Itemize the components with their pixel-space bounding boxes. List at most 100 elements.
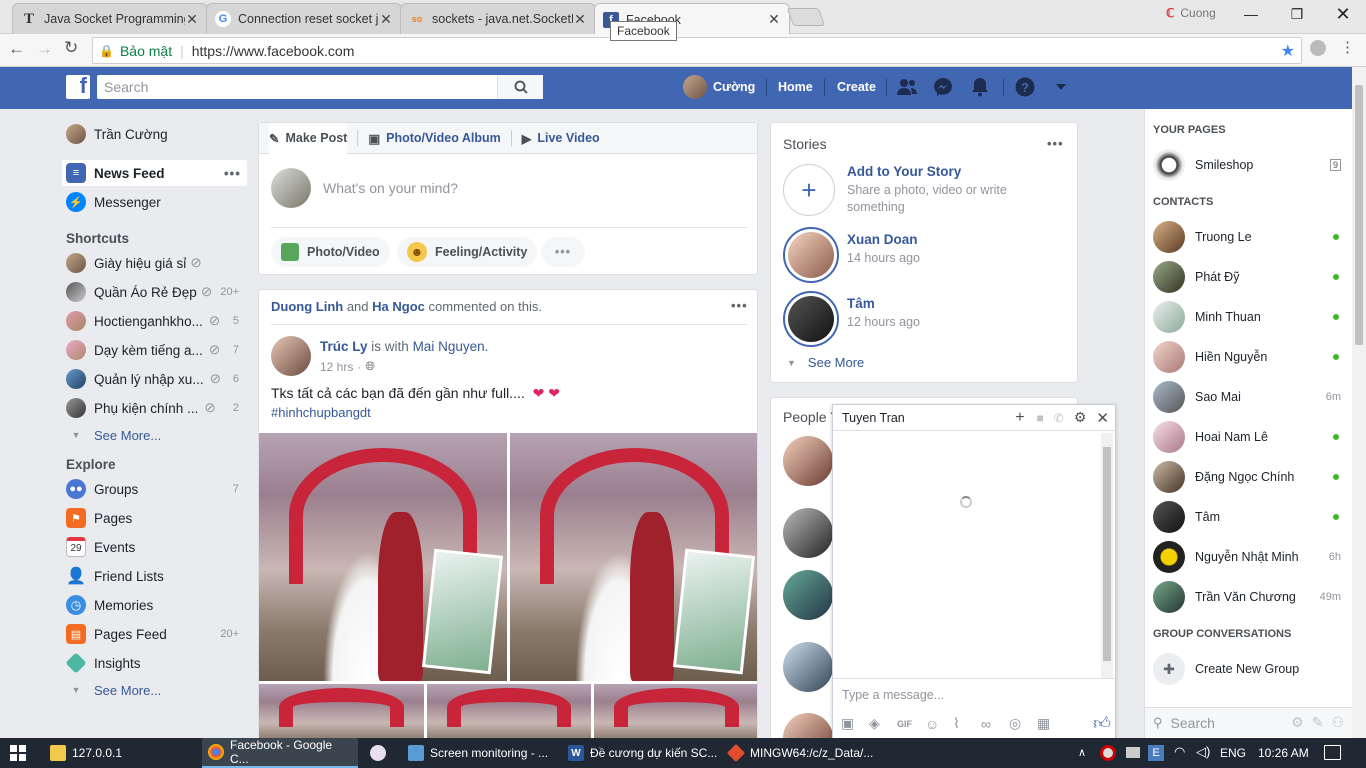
explore-item-groups[interactable]: ●● Groups 7 <box>62 476 247 502</box>
gear-icon[interactable]: ⚙ <box>1074 409 1087 426</box>
explore-item-pages-feed[interactable]: ▤ Pages Feed 20+ <box>62 621 247 647</box>
page-item[interactable]: Smileshop 9 <box>1153 147 1341 183</box>
maximize-icon[interactable]: ❐ <box>1274 0 1320 28</box>
avatar[interactable] <box>783 508 833 558</box>
gif-icon[interactable]: GIF <box>897 719 925 729</box>
contact-item[interactable]: Hoai Nam Lê <box>1153 419 1341 455</box>
back-icon[interactable]: ← <box>8 39 25 59</box>
shortcut-item[interactable]: Phụ kiện chính ... ⊘ 2 <box>62 395 247 421</box>
taskbar-item[interactable]: MINGW64:/c/z_Data/... <box>722 738 879 768</box>
see-more-shortcuts[interactable]: ▼ See More... <box>62 422 247 448</box>
table-icon[interactable]: ▦ <box>1037 715 1065 732</box>
left-nav-messenger[interactable]: ⚡ Messenger <box>62 189 247 215</box>
clock[interactable]: 10:26 AM <box>1258 746 1309 760</box>
taskbar-item[interactable] <box>364 738 396 768</box>
account-menu-chevron-icon[interactable] <box>1055 83 1067 91</box>
close-tab-icon[interactable]: ✕ <box>767 11 781 28</box>
chat-header[interactable]: Tuyen Tran + ■ ✆ ⚙ ✕ <box>833 405 1115 431</box>
story-item[interactable]: Tâm 12 hours ago <box>783 291 920 347</box>
chrome-menu-icon[interactable]: ⋮ <box>1340 38 1355 56</box>
tab-photo-album[interactable]: ▣ Photo/Video Album <box>368 131 500 146</box>
attachment-icon[interactable]: ⌇ <box>953 715 981 732</box>
post-photo[interactable] <box>259 433 507 681</box>
volume-icon[interactable]: ◁) <box>1196 744 1210 760</box>
tray-chevron-up-icon[interactable]: ∧ <box>1078 746 1086 759</box>
notifications-bell-icon[interactable] <box>971 77 989 97</box>
gear-icon[interactable]: ⚙ <box>1291 714 1304 731</box>
more-options-icon[interactable]: ••• <box>731 298 748 313</box>
browser-tab[interactable]: so sockets - java.net.SocketE ✕ <box>400 3 596 34</box>
close-tab-icon[interactable]: ✕ <box>379 11 393 28</box>
camera-icon[interactable]: ◎ <box>1009 715 1037 732</box>
left-nav-profile[interactable]: Trần Cường <box>62 121 247 147</box>
author-avatar[interactable] <box>271 336 311 376</box>
input-method-icon[interactable]: E <box>1148 745 1164 761</box>
like-thumb-icon[interactable]: 👍︎ <box>1093 713 1111 734</box>
explore-item-insights[interactable]: Insights <box>62 650 247 676</box>
stories-see-more[interactable]: ▼ See More <box>787 355 864 370</box>
explore-item-memories[interactable]: ◷ Memories <box>62 592 247 618</box>
action-center-icon[interactable] <box>1324 745 1341 760</box>
tab-make-post[interactable]: ✎ Make Post <box>269 122 348 154</box>
new-tab-button[interactable] <box>786 8 826 26</box>
video-call-icon[interactable]: ■ <box>1037 411 1044 425</box>
more-options-icon[interactable]: ••• <box>1047 136 1064 151</box>
sticker-icon[interactable]: ◈ <box>869 715 897 732</box>
search-input[interactable]: Search <box>97 79 497 95</box>
avatar[interactable] <box>783 436 833 486</box>
windows-start-icon[interactable] <box>10 745 26 761</box>
help-icon[interactable]: ? <box>1015 77 1035 97</box>
explore-item-events[interactable]: 29 Events <box>62 534 247 560</box>
author-link[interactable]: Trúc Ly <box>320 339 368 354</box>
close-icon[interactable]: ✕ <box>1096 409 1109 427</box>
home-link[interactable]: Home <box>778 80 813 94</box>
emoji-icon[interactable]: ☺ <box>925 716 953 732</box>
close-window-icon[interactable]: ✕ <box>1320 0 1366 28</box>
close-tab-icon[interactable]: ✕ <box>573 11 587 28</box>
see-more-explore[interactable]: ▼ See More... <box>62 677 247 703</box>
wifi-icon[interactable]: ◠ <box>1174 744 1185 760</box>
tab-live-video[interactable]: ▶ Live Video <box>522 131 600 146</box>
close-tab-icon[interactable]: ✕ <box>185 11 199 28</box>
add-to-story[interactable]: + Add to Your Story Share a photo, video… <box>783 164 1063 216</box>
profile-indicator[interactable]: ℂ Cuong <box>1166 6 1216 20</box>
hashtag-link[interactable]: #hinhchupbangdt <box>271 405 371 420</box>
browser-tab[interactable]: G Connection reset socket j ✕ <box>206 3 402 34</box>
taskbar-item[interactable]: Screen monitoring - ... <box>402 738 554 768</box>
image-icon[interactable]: ▣ <box>841 715 869 732</box>
friend-requests-icon[interactable] <box>896 77 918 97</box>
forward-icon[interactable]: → <box>36 39 53 59</box>
facebook-logo-icon[interactable]: f <box>66 73 90 99</box>
story-item[interactable]: Xuan Doan 14 hours ago <box>783 227 920 283</box>
avatar[interactable] <box>783 642 833 692</box>
contact-item[interactable]: Minh Thuan <box>1153 299 1341 335</box>
taskbar-item-active[interactable]: Facebook - Google C... <box>202 738 358 768</box>
create-group-button[interactable]: ✚ Create New Group <box>1153 651 1341 687</box>
messenger-icon[interactable] <box>933 77 953 97</box>
explore-item-pages[interactable]: ⚑ Pages <box>62 505 247 531</box>
contact-item[interactable]: Hiền Nguyễn <box>1153 339 1341 375</box>
url-text[interactable]: https://www.facebook.com <box>192 43 355 59</box>
minimize-icon[interactable]: — <box>1228 0 1274 28</box>
add-person-icon[interactable]: + <box>1015 409 1024 427</box>
shortcut-item[interactable]: Quản lý nhập xu... ⊘ 6 <box>62 366 247 392</box>
taskbar-item[interactable]: W Đề cương dự kiến SC... <box>562 738 723 768</box>
extension-icon[interactable] <box>1310 40 1326 56</box>
contact-item[interactable]: Sao Mai 6m <box>1153 379 1341 415</box>
search-button[interactable] <box>497 75 543 99</box>
sidebar-search-input[interactable]: Search <box>1171 715 1215 731</box>
create-link[interactable]: Create <box>837 80 876 94</box>
browser-tab[interactable]: T Java Socket Programming ✕ <box>12 3 208 34</box>
new-group-icon[interactable]: ⚇ <box>1331 714 1344 731</box>
shortcut-item[interactable]: Giày hiệu giá sỉ ⊘ <box>62 250 247 276</box>
contact-item[interactable]: Tâm <box>1153 499 1341 535</box>
tray-app-icon[interactable] <box>1100 745 1116 761</box>
profile-link[interactable]: Cường <box>683 75 755 99</box>
composer-input[interactable]: What's on your mind? <box>323 180 458 196</box>
omnibox[interactable]: 🔒 Bảo mật | https://www.facebook.com ★ <box>92 37 1302 64</box>
contact-item[interactable]: Nguyễn Nhật Minh 6h <box>1153 539 1341 575</box>
actor-link[interactable]: Duong Linh <box>271 299 343 314</box>
message-input[interactable]: Type a message... <box>842 688 944 702</box>
left-nav-news-feed[interactable]: ≡ News Feed ••• <box>62 160 247 186</box>
avatar[interactable] <box>783 570 833 620</box>
